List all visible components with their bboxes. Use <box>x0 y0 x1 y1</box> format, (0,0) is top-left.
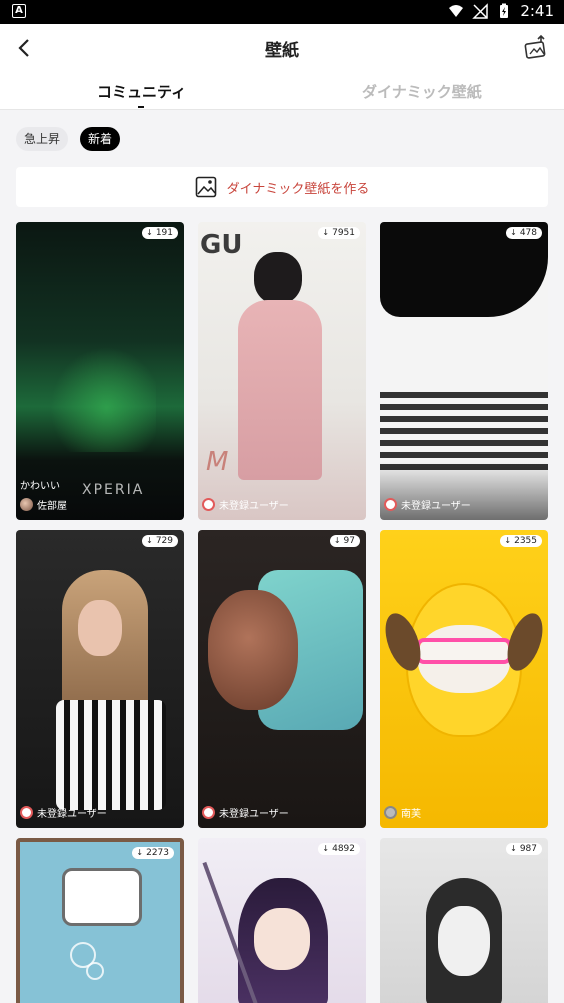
download-count: 729 <box>155 536 173 546</box>
download-count-badge: ↓ 729 <box>142 535 178 547</box>
avatar <box>202 806 215 819</box>
avatar <box>384 498 397 511</box>
wallpaper-card[interactable]: GU M ↓ 7951 未登録ユーザー <box>198 222 366 520</box>
user-name: 未登録ユーザー <box>401 501 471 512</box>
figure-pants <box>56 700 166 810</box>
card-user: 南芙 <box>384 805 421 820</box>
download-icon: ↓ <box>322 228 330 237</box>
avatar <box>384 806 397 819</box>
download-icon: ↓ <box>322 844 330 853</box>
character-glasses <box>416 638 512 664</box>
card-user: 佐部屋 <box>20 497 67 512</box>
bubble <box>86 962 104 980</box>
download-count: 2273 <box>146 848 169 858</box>
download-icon: ↓ <box>146 228 153 237</box>
battery-charging-icon <box>500 3 509 18</box>
filter-trending[interactable]: 急上昇 <box>16 127 69 151</box>
download-count-badge: ↓ 2355 <box>500 535 542 547</box>
card-user: 未登録ユーザー <box>202 497 289 512</box>
download-icon: ↓ <box>510 228 517 237</box>
filter-chips: 急上昇 新着 <box>16 127 121 151</box>
download-count-badge: ↓ 4892 <box>318 843 360 855</box>
download-icon: ↓ <box>333 536 341 545</box>
upload-button[interactable] <box>522 34 550 62</box>
card-user: 未登録ユーザー <box>384 497 471 512</box>
download-count: 191 <box>155 228 173 238</box>
download-count: 97 <box>343 536 355 546</box>
download-icon: ↓ <box>510 844 517 853</box>
dog <box>208 590 298 710</box>
magazine-title-overlay: M <box>206 447 229 477</box>
filter-new[interactable]: 新着 <box>80 127 121 151</box>
user-name: 未登録ユーザー <box>219 501 289 512</box>
tab-dynamic-wallpaper[interactable]: ダイナミック壁紙 <box>362 81 482 102</box>
download-count-badge: ↓ 97 <box>329 535 360 547</box>
download-count: 4892 <box>332 844 355 854</box>
download-count: 2355 <box>514 536 537 546</box>
figure-face <box>78 600 122 656</box>
watermark-text: XPERIA <box>82 482 145 498</box>
aurora-glow <box>46 342 156 452</box>
no-signal-icon <box>472 3 489 19</box>
figure-face <box>438 906 490 976</box>
wifi-icon <box>449 5 464 17</box>
create-dynamic-wallpaper-button[interactable]: ダイナミック壁紙を作る <box>16 167 548 207</box>
anime-face <box>254 908 310 970</box>
wallpaper-card[interactable]: ↓ 191 かわいい XPERIA 佐部屋 <box>16 222 184 520</box>
card-caption: かわいい <box>20 481 60 492</box>
download-icon: ↓ <box>146 536 153 545</box>
wallpaper-card[interactable]: ↓ 2273 <box>16 838 184 1003</box>
image-icon <box>195 176 216 198</box>
create-button-label: ダイナミック壁紙を作る <box>226 181 370 197</box>
notification-icon: A <box>12 4 26 18</box>
tab-bar: コミュニティ ダイナミック壁紙 <box>0 72 564 110</box>
wallpaper-card[interactable]: ↓ 478 未登録ユーザー <box>380 222 548 520</box>
download-count-badge: ↓ 2273 <box>132 847 174 859</box>
upload-wallpaper-icon <box>524 34 546 59</box>
page-title: 壁紙 <box>265 41 299 61</box>
avatar <box>20 806 33 819</box>
download-count-badge: ↓ 478 <box>506 227 542 239</box>
avatar <box>20 498 33 511</box>
app-bar: 壁紙 <box>0 24 564 72</box>
card-frame <box>62 868 142 926</box>
download-count-badge: ↓ 7951 <box>318 227 360 239</box>
wallpaper-card[interactable]: ↓ 987 <box>380 838 548 1003</box>
user-name: 佐部屋 <box>37 501 67 512</box>
download-count: 987 <box>519 844 537 854</box>
user-name: 未登録ユーザー <box>37 809 107 820</box>
cartoon-stripes <box>380 392 548 472</box>
wallpaper-card[interactable]: ↓ 2355 南芙 <box>380 530 548 828</box>
card-user: 未登録ユーザー <box>202 805 289 820</box>
download-icon: ↓ <box>136 848 144 857</box>
download-count: 478 <box>519 228 537 238</box>
download-count-badge: ↓ 191 <box>142 227 178 239</box>
status-bar: A 2:41 <box>0 0 564 24</box>
clock: 2:41 <box>520 2 554 20</box>
avatar <box>202 498 215 511</box>
wallpaper-card[interactable]: ↓ 4892 <box>198 838 366 1003</box>
active-tab-indicator <box>138 106 144 108</box>
wallpaper-card[interactable]: ↓ 729 未登録ユーザー <box>16 530 184 828</box>
user-name: 未登録ユーザー <box>219 809 289 820</box>
download-count-badge: ↓ 987 <box>506 843 542 855</box>
card-user: 未登録ユーザー <box>20 805 107 820</box>
tab-community[interactable]: コミュニティ <box>97 81 186 102</box>
download-count: 7951 <box>332 228 355 238</box>
user-name: 南芙 <box>401 809 421 820</box>
download-icon: ↓ <box>504 536 512 545</box>
wallpaper-card[interactable]: ↓ 97 未登録ユーザー <box>198 530 366 828</box>
